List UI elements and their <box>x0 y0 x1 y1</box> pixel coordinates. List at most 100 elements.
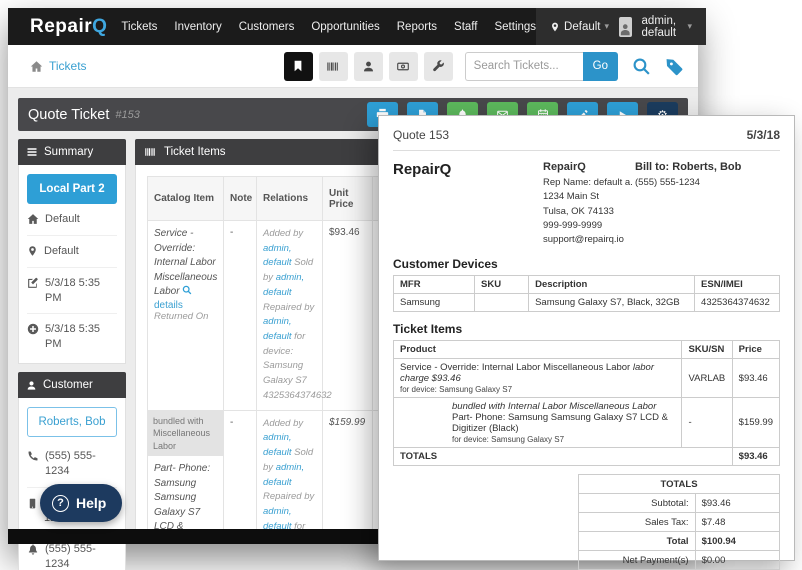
totals-row: TOTALS $93.46 <box>394 448 780 466</box>
breadcrumb-tickets-link[interactable]: Tickets <box>49 59 87 73</box>
table-row: bundled with Internal Labor Miscellaneou… <box>394 398 780 448</box>
col-note: Note <box>224 177 257 221</box>
total-row: Total $100.94 <box>579 532 780 551</box>
location-row: Default <box>27 236 117 268</box>
home-icon[interactable] <box>30 60 43 73</box>
relation-text: Added by <box>263 418 303 429</box>
unit-price-cell: $159.99 <box>323 410 373 539</box>
customer-header-label: Customer <box>43 379 93 391</box>
user-link[interactable]: admin, default <box>263 243 292 269</box>
store-phone: 999-999-9999 <box>543 219 635 233</box>
net-payments-row: Net Payment(s) $0.00 <box>579 551 780 570</box>
barcode-icon <box>144 146 157 158</box>
location-value: Default <box>44 244 79 259</box>
nav-item-reports[interactable]: Reports <box>397 21 437 33</box>
totals-box-header: TOTALS <box>579 475 780 494</box>
net-payments-label: Net Payment(s) <box>579 551 696 570</box>
table-header-row: MFR SKU Description ESN/IMEI <box>394 276 780 294</box>
col-description: Description <box>529 276 695 294</box>
nav-item-staff[interactable]: Staff <box>454 21 477 33</box>
sku-sn-cell: - <box>682 398 732 448</box>
created-value: 5/3/18 5:35 PM <box>45 322 117 352</box>
person-icon <box>362 60 375 73</box>
user-link[interactable]: admin, default <box>263 432 292 458</box>
search-icon[interactable] <box>632 57 651 76</box>
bookmark-button[interactable] <box>284 52 313 81</box>
note-cell: - <box>224 221 257 411</box>
created-row: 5/3/18 5:35 PM <box>27 314 117 354</box>
caret-down-icon: ▾ <box>688 21 693 32</box>
cash-button[interactable] <box>389 52 418 81</box>
customer-button[interactable] <box>354 52 383 81</box>
catalog-item-cell: bundled with Miscellaneous Labor Part- P… <box>148 410 224 539</box>
location-pin-icon <box>550 21 560 33</box>
search-input[interactable] <box>465 52 583 81</box>
relation-text: Repaired by <box>263 302 314 313</box>
barcode-icon <box>326 60 340 73</box>
nav-item-customers[interactable]: Customers <box>239 21 295 33</box>
store-city: Tulsa, OK 74133 <box>543 205 635 219</box>
user-link[interactable]: admin, default <box>263 506 292 532</box>
home-icon <box>27 213 39 225</box>
avatar[interactable] <box>619 17 632 37</box>
status-button[interactable]: Local Part 2 <box>27 174 117 204</box>
tag-icon[interactable] <box>665 57 684 76</box>
service-button[interactable] <box>424 52 453 81</box>
nav-item-inventory[interactable]: Inventory <box>174 21 221 33</box>
toolbar: Tickets Go <box>8 45 698 88</box>
price-cell: $159.99 <box>732 398 779 448</box>
document-items-table: Product SKU/SN Price Service - Override:… <box>393 340 780 466</box>
document-company-name: RepairQ <box>393 161 543 247</box>
col-relations: Relations <box>257 177 323 221</box>
ticket-items-heading: Ticket Items <box>393 322 780 336</box>
product-cell: bundled with Internal Labor Miscellaneou… <box>394 398 682 448</box>
top-navbar: RepairQ Tickets Inventory Customers Oppo… <box>8 8 698 45</box>
plus-circle-icon <box>27 323 39 335</box>
ticket-title: Quote Ticket <box>28 107 109 123</box>
quote-date: 5/3/18 <box>747 128 780 142</box>
bell-icon <box>27 543 39 555</box>
total-label: Total <box>579 532 696 551</box>
location-selector[interactable]: Default ▾ <box>550 21 609 33</box>
returned-on-label: Returned On <box>154 311 208 322</box>
zoom-details-icon[interactable] <box>182 287 192 298</box>
go-button[interactable]: Go <box>583 52 618 81</box>
description-cell: Samsung Galaxy S7, Black, 32GB <box>529 294 695 312</box>
bundle-note: bundled with Internal Labor Miscellaneou… <box>400 401 675 412</box>
customer-devices-table: MFR SKU Description ESN/IMEI Samsung Sam… <box>393 275 780 312</box>
toolbar-actions: Go <box>284 52 684 81</box>
modified-value: 5/3/18 5:35 PM <box>45 276 117 306</box>
product-name: Part- Phone: Samsung Samsung Galaxy S7 L… <box>400 412 675 434</box>
question-icon: ? <box>52 495 69 512</box>
nav-item-settings[interactable]: Settings <box>494 21 536 33</box>
user-link[interactable]: admin, default <box>263 316 292 342</box>
details-link[interactable]: details <box>154 300 183 311</box>
summary-header: Summary <box>18 139 126 165</box>
col-sku: SKU <box>475 276 529 294</box>
item-name: Part- Phone: Samsung Samsung Galaxy S7 L… <box>154 463 210 539</box>
repairq-logo[interactable]: RepairQ <box>8 16 121 38</box>
help-button[interactable]: ? Help <box>40 484 122 522</box>
modified-row: 5/3/18 5:35 PM <box>27 268 117 315</box>
user-menu[interactable]: admin, default ▾ <box>642 15 693 39</box>
nav-item-tickets[interactable]: Tickets <box>121 21 157 33</box>
barcode-button[interactable] <box>319 52 348 81</box>
store-info: RepairQ Rep Name: default a. 1234 Main S… <box>543 161 635 247</box>
bill-to: Bill to: Roberts, Bob (555) 555-1234 <box>635 161 780 247</box>
price-cell: $93.46 <box>732 359 779 398</box>
customer-devices-heading: Customer Devices <box>393 257 780 271</box>
banknote-icon <box>396 60 410 73</box>
customer-header: Customer <box>18 372 126 398</box>
net-payments-value: $0.00 <box>695 551 779 570</box>
quote-document: Quote 153 5/3/18 RepairQ RepairQ Rep Nam… <box>378 115 795 561</box>
unit-price-cell: $93.46 <box>323 221 373 411</box>
customer-name-button[interactable]: Roberts, Bob <box>27 407 117 437</box>
store-value: Default <box>45 212 80 227</box>
nav-item-opportunities[interactable]: Opportunities <box>311 21 379 33</box>
col-price: Price <box>732 341 779 359</box>
product-cell: Service - Override: Internal Labor Misce… <box>394 359 682 398</box>
list-icon <box>26 146 38 158</box>
bookmark-icon <box>292 59 304 73</box>
store-name: RepairQ <box>543 161 635 173</box>
person-icon <box>619 21 632 37</box>
